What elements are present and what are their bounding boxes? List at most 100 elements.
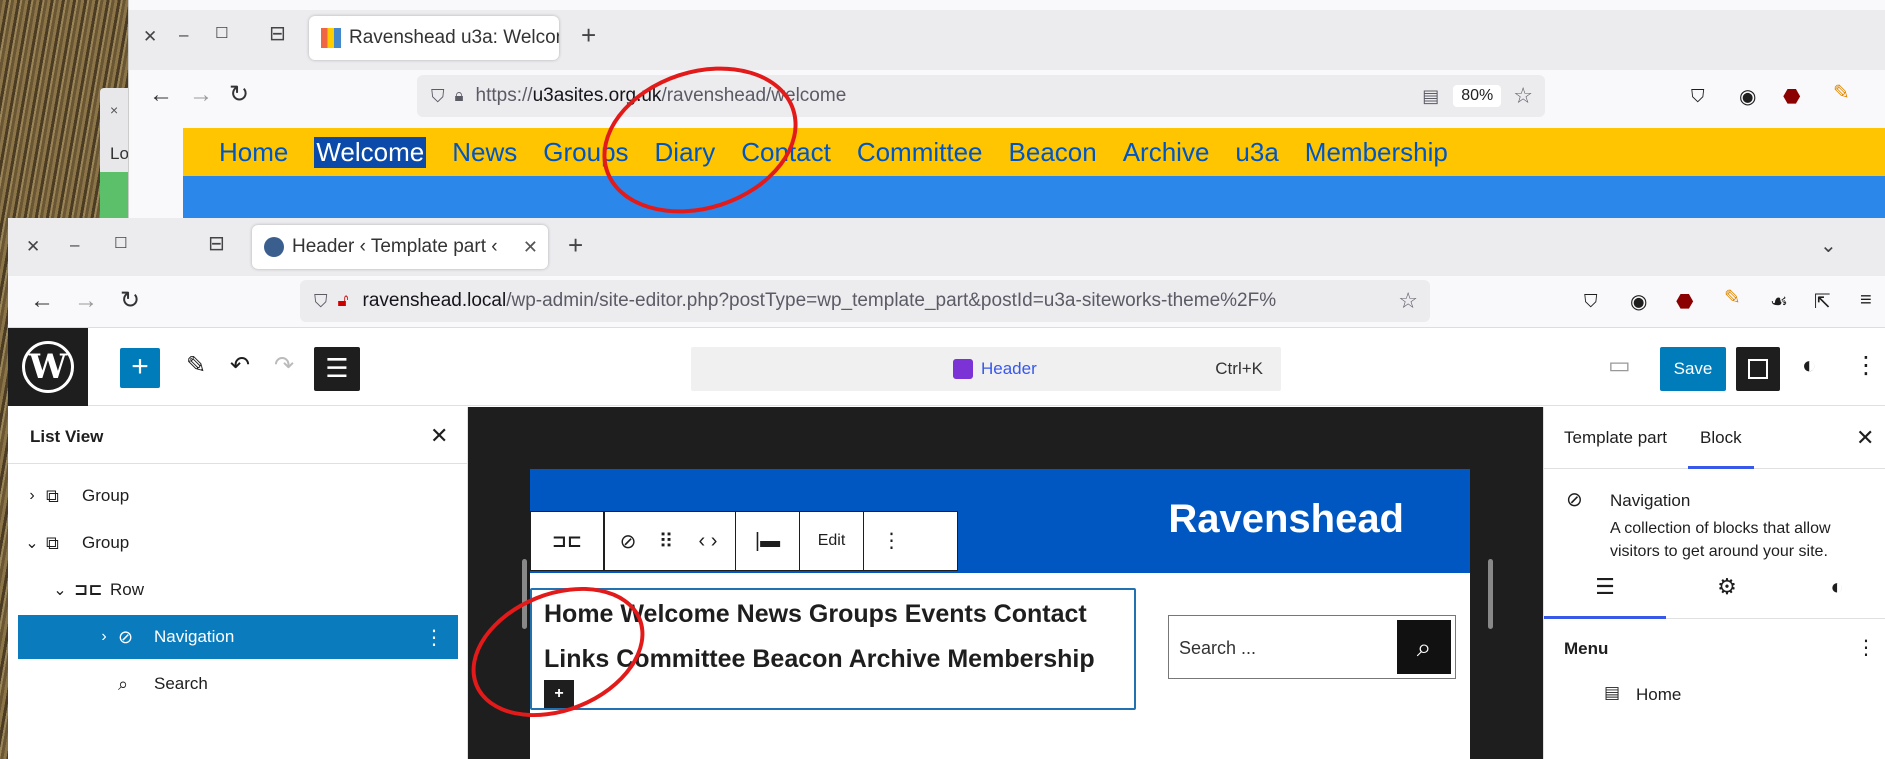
justify-left-icon[interactable]: |▬ <box>735 512 799 570</box>
tab-ravenshead-welcome[interactable]: Ravenshead u3a: Welcom ✕ <box>309 16 559 60</box>
wordpress-logo-button[interactable]: W <box>8 328 88 406</box>
tab-overview-icon[interactable]: ⊟ <box>208 234 225 254</box>
list-item-search[interactable]: ⌕ Search <box>18 662 458 706</box>
site-nav-news[interactable]: News <box>452 137 517 168</box>
tab-block[interactable]: Block <box>1688 407 1754 469</box>
list-item-row[interactable]: ⌄ ⊐⊏ Row <box>18 568 458 612</box>
keyboard-shortcut: Ctrl+K <box>1215 359 1263 378</box>
site-nav-home[interactable]: Home <box>219 137 288 168</box>
list-item-label: Search <box>154 674 208 693</box>
tab-list-chevron-icon[interactable]: ⌄ <box>1820 236 1837 256</box>
list-item-group[interactable]: › ⧉ Group <box>18 474 458 518</box>
tools-pencil-icon[interactable]: ✎ <box>186 354 206 378</box>
block-toolbar: ⊘ ⠿ ‹ › |▬ Edit ⋮ <box>604 511 958 571</box>
collapse-chevron-icon[interactable]: ⌄ <box>18 533 46 553</box>
ublock-icon[interactable]: ⬣ <box>1676 289 1698 313</box>
maximize-icon[interactable]: ☐ <box>114 236 127 251</box>
new-tab-icon[interactable]: + <box>568 232 583 258</box>
site-nav-u3a[interactable]: u3a <box>1235 137 1278 168</box>
item-options-kebab-icon[interactable]: ⋮ <box>424 625 444 650</box>
settings-gear-icon[interactable]: ⚙ <box>1666 557 1788 619</box>
new-tab-icon[interactable]: + <box>581 22 596 48</box>
device-preview-icon[interactable]: ▭ <box>1608 354 1631 378</box>
site-nav-committee[interactable]: Committee <box>857 137 983 168</box>
extension-puzzle-icon[interactable]: ☙ <box>1770 289 1792 313</box>
nav-toolbar: ← → ↻ ⛉ 🔒︎ https://u3asites.org.uk/raven… <box>129 70 1885 124</box>
forward-icon[interactable]: → <box>189 83 213 107</box>
tab-template-part[interactable]: Template part <box>1564 407 1667 469</box>
shield-icon[interactable]: ⛉ <box>314 291 328 312</box>
list-settings-icon[interactable]: ☰ <box>1544 557 1666 619</box>
more-options-kebab-icon[interactable]: ⋮ <box>863 512 919 570</box>
list-item-label: Group <box>82 533 130 552</box>
search-block[interactable]: Search ... ⌕ <box>1168 615 1456 679</box>
zoom-level-button[interactable]: 80% <box>1453 85 1502 107</box>
block-inserter-button[interactable]: + <box>120 348 160 388</box>
expand-chevron-icon[interactable]: › <box>90 628 118 646</box>
bookmark-star-icon[interactable]: ☆ <box>1513 83 1533 109</box>
extension-icon[interactable]: ✎ <box>1724 285 1746 309</box>
menu-item-home[interactable]: Home <box>1636 685 1681 705</box>
tab-overview-icon[interactable]: ⊟ <box>269 24 286 44</box>
account-icon[interactable]: ◉ <box>1739 84 1761 108</box>
account-icon[interactable]: ◉ <box>1630 289 1652 313</box>
compass-icon[interactable]: ⊘ <box>605 529 651 554</box>
redo-icon[interactable]: ↷ <box>274 354 294 378</box>
template-part-label: Header <box>981 359 1037 378</box>
collapse-chevron-icon[interactable]: ⌄ <box>46 580 74 600</box>
shield-icon[interactable]: ⛉ <box>431 86 445 107</box>
drag-handle-icon[interactable]: ⠿ <box>651 529 681 554</box>
reload-icon[interactable]: ↻ <box>229 83 249 107</box>
parent-block-button[interactable]: ⊐⊏ <box>530 511 604 571</box>
close-sidebar-icon[interactable]: ✕ <box>1856 425 1874 451</box>
sidebar-tabs: Template part Block ✕ <box>1544 407 1885 469</box>
edit-button[interactable]: Edit <box>799 512 863 570</box>
address-bar[interactable]: ⛉ 🔒︎ https://u3asites.org.uk/ravenshead/… <box>417 75 1545 117</box>
search-submit-button[interactable]: ⌕ <box>1397 620 1451 674</box>
maximize-icon[interactable]: ☐ <box>215 26 228 41</box>
close-icon[interactable]: ✕ <box>143 28 157 45</box>
options-kebab-icon[interactable]: ⋮ <box>1854 354 1878 378</box>
site-nav-membership[interactable]: Membership <box>1305 137 1448 168</box>
list-view-header: List View ✕ <box>8 407 467 464</box>
close-tab-icon[interactable]: ✕ <box>523 237 538 258</box>
save-button[interactable]: Save <box>1660 347 1726 391</box>
minimize-icon[interactable]: – <box>70 236 79 253</box>
menu-options-kebab-icon[interactable]: ⋮ <box>1856 635 1876 660</box>
bookmark-star-icon[interactable]: ☆ <box>1392 288 1418 314</box>
ublock-icon[interactable]: ⬣ <box>1783 84 1805 108</box>
list-item-group[interactable]: ⌄ ⧉ Group <box>18 521 458 565</box>
minimize-icon[interactable]: – <box>179 26 188 43</box>
background-window-tab <box>100 172 130 218</box>
forward-icon[interactable]: → <box>74 289 98 313</box>
pocket-icon[interactable]: ⛉ <box>1691 86 1713 108</box>
site-nav-beacon[interactable]: Beacon <box>1009 137 1097 168</box>
back-icon[interactable]: ← <box>30 289 54 313</box>
list-item-navigation[interactable]: › ⊘ Navigation ⋮ <box>18 615 458 659</box>
hamburger-menu-icon[interactable]: ≡ <box>1860 289 1882 311</box>
styles-contrast-icon[interactable]: ◐ <box>1802 354 1817 378</box>
styles-contrast-icon[interactable]: ◐ <box>1788 557 1885 619</box>
tab-header-template-part[interactable]: Header ‹ Template part ‹ ✕ <box>252 225 548 269</box>
address-bar[interactable]: ⛉ 🔓︎ ravenshead.local/wp-admin/site-edit… <box>300 280 1430 322</box>
site-nav-welcome[interactable]: Welcome <box>314 136 427 168</box>
extensions-menu-icon[interactable]: ⇱ <box>1814 289 1836 313</box>
expand-chevron-icon[interactable]: › <box>18 487 46 505</box>
reload-icon[interactable]: ↻ <box>120 289 140 313</box>
browser-window-wp-editor: ✕ – ☐ ⊟ Header ‹ Template part ‹ ✕ + ⌄ ←… <box>8 218 1885 759</box>
settings-sidebar-toggle[interactable] <box>1736 347 1780 391</box>
undo-icon[interactable]: ↶ <box>230 354 250 378</box>
close-icon[interactable]: × <box>110 102 118 118</box>
move-arrows-icon[interactable]: ‹ › <box>681 530 735 553</box>
close-icon[interactable]: ✕ <box>26 238 40 255</box>
site-nav-archive[interactable]: Archive <box>1123 137 1210 168</box>
pocket-icon[interactable]: ⛉ <box>1584 291 1606 313</box>
list-view-toggle-button[interactable]: ☰ <box>314 347 360 391</box>
reader-view-icon[interactable]: ▤ <box>1422 86 1439 107</box>
header-template-preview: Ravenshead ⊐⊏ ⊘ ⠿ ‹ › |▬ Edit ⋮ Home Wel… <box>530 469 1470 759</box>
close-list-view-icon[interactable]: ✕ <box>430 423 448 449</box>
extension-icon[interactable]: ✎ <box>1833 80 1855 104</box>
back-icon[interactable]: ← <box>149 83 173 107</box>
resize-handle-right[interactable] <box>1488 559 1493 629</box>
command-palette-button[interactable]: Header Ctrl+K <box>691 347 1281 391</box>
